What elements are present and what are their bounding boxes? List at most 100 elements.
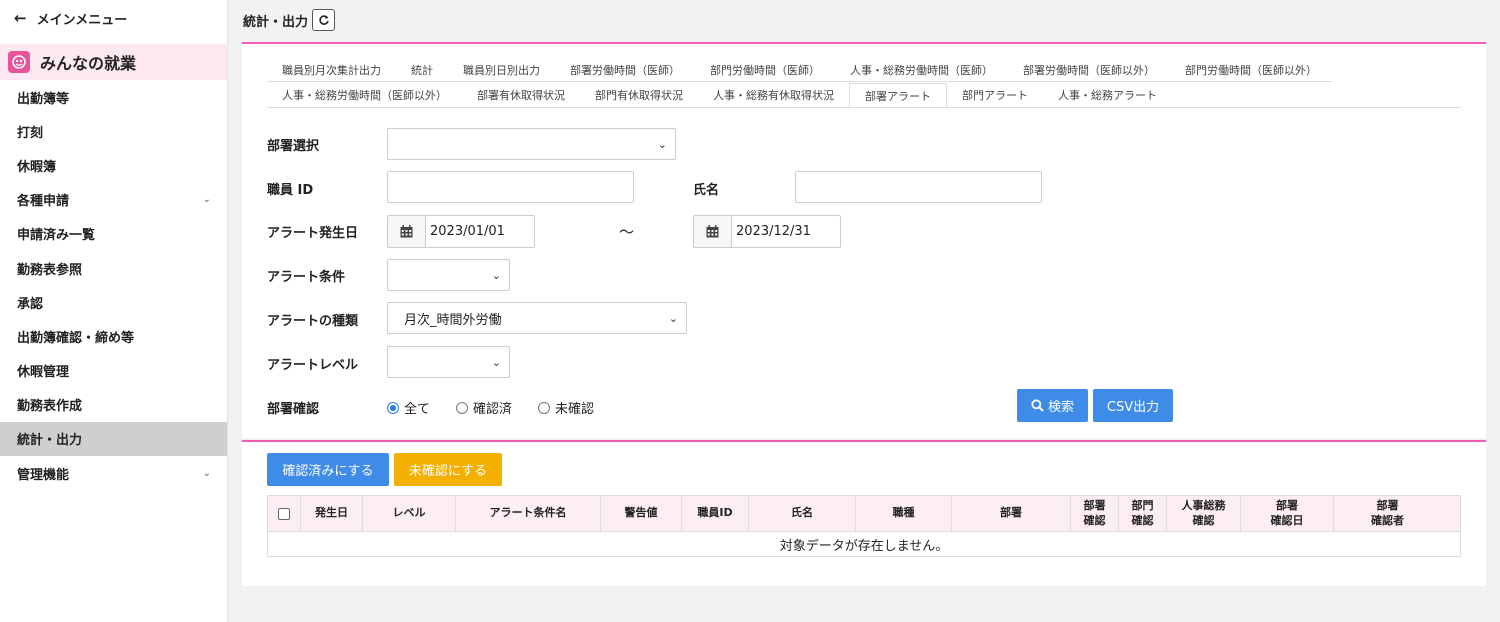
radio-all[interactable]: [387, 401, 399, 414]
chevron-down-icon: ⌄: [491, 355, 501, 369]
sidebar-item[interactable]: 勤務表参照: [0, 251, 227, 285]
sidebar-item[interactable]: 各種申請 ⌄: [0, 183, 227, 217]
sidebar-nav: 出勤簿等 打刻 休暇簿 各種申請 ⌄ 申請済み一覧 勤務表参照 承認 出勤簿確認・締め等 休暇管理…: [0, 80, 227, 490]
date-to-group[interactable]: 2023/12/31: [693, 215, 841, 248]
tab[interactable]: 職員別月次集計出力: [267, 58, 396, 82]
sidebar-item[interactable]: 申請済み一覧: [0, 217, 227, 251]
tab[interactable]: 部署アラート: [849, 83, 947, 107]
select-all-cell: [268, 496, 301, 531]
radio-unconfirmed[interactable]: [538, 401, 551, 414]
search-icon: [1031, 399, 1044, 412]
csv-export-label: CSV出力: [1106, 400, 1160, 415]
tab[interactable]: 部署労働時間（医師）: [555, 58, 695, 82]
staff-id-label: 職員 ID: [267, 183, 314, 198]
sidebar-item[interactable]: 承認: [0, 285, 227, 319]
page-header: 統計・出力: [243, 9, 336, 31]
column-header[interactable]: レベル: [363, 496, 456, 531]
tab[interactable]: 人事・総務労働時間（医師）: [835, 58, 1008, 82]
radio-all-label[interactable]: 全て: [404, 398, 430, 417]
sidebar-item[interactable]: 休暇管理: [0, 354, 227, 388]
date-to-input[interactable]: 2023/12/31: [731, 215, 841, 248]
tab[interactable]: 職員別日別出力: [448, 58, 555, 82]
column-header[interactable]: 警告値: [601, 496, 682, 531]
sidebar-item-label: 勤務表参照: [17, 262, 83, 278]
date-from-group[interactable]: 2023/01/01: [387, 215, 535, 248]
column-header[interactable]: 部署 確認: [1071, 496, 1119, 531]
column-header[interactable]: 部署 確認者: [1334, 496, 1441, 531]
tab[interactable]: 部門労働時間（医師以外）: [1170, 58, 1332, 82]
refresh-button[interactable]: [312, 9, 336, 31]
arrow-left-icon: ←: [14, 9, 27, 27]
chevron-down-icon: ⌄: [657, 137, 667, 151]
sidebar-item-label: 打刻: [17, 125, 44, 141]
tab[interactable]: 統計: [396, 58, 448, 82]
page-title: 統計・出力: [243, 14, 309, 30]
sidebar-item[interactable]: 勤務表作成: [0, 388, 227, 422]
sidebar: ← メインメニュー みんなの就業 出勤簿等 打刻 休暇簿 各種申請 ⌄ 申請済み一覧 勤務表…: [0, 0, 228, 622]
tab[interactable]: 部門有休取得状況: [580, 83, 698, 107]
tab[interactable]: 人事・総務アラート: [1043, 83, 1172, 107]
sidebar-item-label: 休暇簿: [17, 159, 57, 175]
radio-confirmed-label[interactable]: 確認済: [473, 398, 512, 417]
sidebar-item-label: 管理機能: [17, 467, 70, 483]
sidebar-item[interactable]: 出勤簿確認・締め等: [0, 319, 227, 353]
mark-confirmed-label: 確認済みにする: [282, 464, 374, 479]
search-panel: 職員別月次集計出力 統計 職員別日別出力 部署労働時間（医師） 部門労働時間（医師） 人事…: [242, 42, 1486, 438]
sidebar-item[interactable]: 休暇簿: [0, 148, 227, 182]
search-button[interactable]: 検索: [1017, 389, 1088, 422]
tab[interactable]: 人事・総務労働時間（医師以外）: [267, 83, 462, 107]
main-menu-link[interactable]: ← メインメニュー: [0, 0, 227, 36]
mark-confirmed-button[interactable]: 確認済みにする: [267, 453, 389, 486]
column-header[interactable]: 部署: [952, 496, 1071, 531]
tab[interactable]: 部署労働時間（医師以外）: [1008, 58, 1170, 82]
column-header[interactable]: 氏名: [749, 496, 856, 531]
column-header[interactable]: 職員ID: [682, 496, 749, 531]
dept-select[interactable]: ⌄: [387, 128, 676, 160]
column-header[interactable]: 部署 確認日: [1241, 496, 1334, 531]
dept-label: 部署選択: [267, 139, 320, 154]
refresh-icon: [318, 15, 329, 25]
select-all-checkbox[interactable]: [278, 507, 290, 520]
radio-confirmed[interactable]: [456, 401, 469, 414]
csv-export-button[interactable]: CSV出力: [1093, 389, 1173, 422]
column-header[interactable]: 人事総務 確認: [1167, 496, 1241, 531]
staff-id-input[interactable]: [387, 171, 634, 203]
condition-label: アラート条件: [267, 270, 346, 285]
column-header[interactable]: 発生日: [301, 496, 363, 531]
sidebar-item[interactable]: 管理機能 ⌄: [0, 456, 227, 490]
table-header: 発生日 レベル アラート条件名 警告値 職員ID 氏名 職種 部署 部署 確認 部門 確認 人事総務…: [268, 496, 1460, 532]
sidebar-item[interactable]: 出勤簿等: [0, 80, 227, 114]
radio-unconfirmed-label[interactable]: 未確認: [555, 398, 594, 417]
column-header[interactable]: 部門 確認: [1119, 496, 1167, 531]
date-from-input[interactable]: 2023/01/01: [425, 215, 535, 248]
sidebar-item-label: 出勤簿確認・締め等: [17, 330, 135, 346]
level-select[interactable]: ⌄: [387, 346, 510, 378]
sidebar-item-label: 各種申請: [17, 194, 70, 210]
tab[interactable]: 部署有休取得状況: [462, 83, 580, 107]
condition-select[interactable]: ⌄: [387, 259, 510, 291]
column-header[interactable]: アラート条件名: [456, 496, 601, 531]
chevron-down-icon: ⌄: [668, 311, 678, 325]
empty-message: 対象データが存在しません。: [779, 538, 949, 554]
sidebar-item[interactable]: 統計・出力: [0, 421, 227, 457]
tab[interactable]: 部門アラート: [947, 83, 1043, 107]
calendar-icon[interactable]: [693, 215, 731, 248]
calendar-icon[interactable]: [387, 215, 425, 248]
confirm-label: 部署確認: [267, 402, 320, 417]
results-panel: 確認済みにする 未確認にする 発生日 レベル アラート条件名 警告値 職員ID 氏名 職種部…: [242, 440, 1486, 586]
app-name: みんなの就業: [40, 54, 137, 73]
sidebar-item-label: 出勤簿等: [17, 91, 70, 107]
sidebar-item-label: 統計・出力: [17, 433, 83, 449]
column-header[interactable]: 職種: [856, 496, 952, 531]
sidebar-item[interactable]: 打刻: [0, 114, 227, 148]
mark-unconfirmed-button[interactable]: 未確認にする: [394, 453, 502, 486]
type-select[interactable]: 月次_時間外労働 ⌄: [387, 302, 687, 334]
chevron-down-icon: ⌄: [202, 467, 211, 479]
alert-table: 発生日 レベル アラート条件名 警告値 職員ID 氏名 職種 部署 部署 確認 部門 確認 人事総務…: [267, 495, 1461, 557]
search-button-label: 検索: [1047, 400, 1074, 415]
tab[interactable]: 部門労働時間（医師）: [695, 58, 835, 82]
tab[interactable]: 人事・総務有休取得状況: [698, 83, 849, 107]
app-logo-icon: [8, 51, 30, 73]
name-input[interactable]: [795, 171, 1042, 203]
date-separator: ～: [619, 223, 635, 241]
